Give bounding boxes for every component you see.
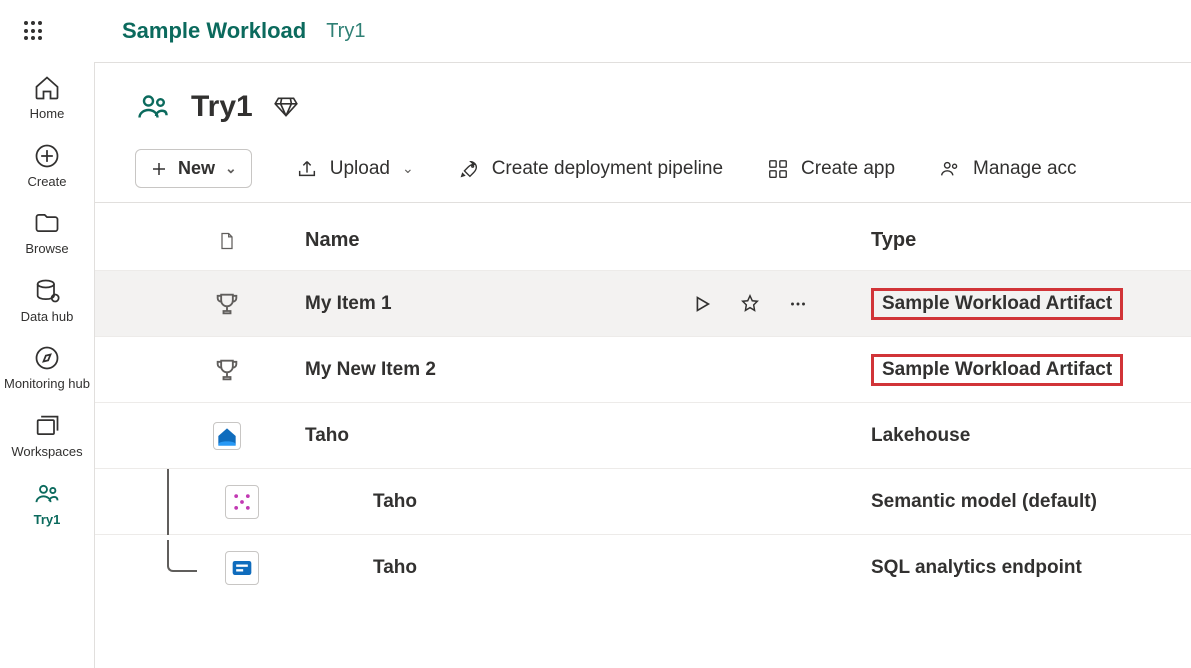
left-nav: Home Create Browse Data hub Monitoring h… — [0, 62, 94, 668]
create-app-label: Create app — [801, 158, 895, 180]
column-header-type[interactable]: Type — [871, 229, 1191, 252]
item-name[interactable]: Taho — [305, 491, 691, 513]
rocket-icon — [458, 158, 480, 180]
nav-current-label: Try1 — [34, 512, 61, 528]
item-type: Sample Workload Artifact — [871, 288, 1123, 320]
home-icon — [33, 74, 61, 102]
nav-datahub-label: Data hub — [21, 309, 74, 325]
nav-monitoring[interactable]: Monitoring hub — [4, 344, 90, 392]
folder-icon — [33, 209, 61, 237]
more-icon[interactable] — [787, 293, 809, 315]
manage-label: Manage acc — [973, 158, 1077, 180]
breadcrumb-root[interactable]: Sample Workload — [122, 18, 306, 44]
database-icon — [33, 277, 61, 305]
nav-create-label: Create — [27, 174, 66, 190]
people-icon — [33, 480, 61, 508]
table-header-row: Name Type — [95, 203, 1191, 270]
nav-workspaces[interactable]: Workspaces — [11, 412, 82, 460]
nav-browse-label: Browse — [25, 241, 68, 257]
compass-icon — [33, 344, 61, 372]
item-type: Lakehouse — [871, 425, 1191, 447]
app-launcher-icon[interactable] — [24, 21, 44, 41]
app-icon — [767, 158, 789, 180]
diamond-icon[interactable] — [273, 94, 299, 120]
nav-current-workspace[interactable]: Try1 — [33, 480, 61, 528]
plus-icon — [150, 160, 168, 178]
pipeline-label: Create deployment pipeline — [492, 158, 723, 180]
file-icon — [217, 231, 237, 251]
new-button[interactable]: New ⌄ — [135, 149, 252, 188]
plus-circle-icon — [33, 142, 61, 170]
lakehouse-icon — [213, 422, 241, 450]
chevron-down-icon: ⌄ — [402, 160, 414, 177]
item-name[interactable]: Taho — [305, 425, 691, 447]
play-icon[interactable] — [691, 293, 713, 315]
trophy-icon — [213, 290, 241, 318]
item-name[interactable]: Taho — [305, 557, 691, 579]
nav-workspaces-label: Workspaces — [11, 444, 82, 460]
item-name[interactable]: My Item 1 — [305, 293, 691, 315]
table-row[interactable]: Taho Semantic model (default) — [95, 468, 1191, 534]
workspace-title: Try1 — [191, 90, 253, 124]
top-header: Sample Workload Try1 — [0, 0, 1191, 62]
sql-endpoint-icon — [225, 551, 259, 585]
nav-home-label: Home — [30, 106, 65, 122]
star-icon[interactable] — [739, 293, 761, 315]
manage-access-button[interactable]: Manage acc — [939, 158, 1077, 180]
create-app-button[interactable]: Create app — [767, 158, 895, 180]
semantic-model-icon — [225, 485, 259, 519]
new-button-label: New — [178, 158, 215, 179]
chevron-down-icon: ⌄ — [225, 160, 237, 177]
upload-button[interactable]: Upload ⌄ — [296, 158, 414, 180]
items-table: Name Type My Item 1 Sample Workload Arti… — [95, 203, 1191, 600]
nav-monitoring-label: Monitoring hub — [4, 376, 90, 392]
item-type: Semantic model (default) — [871, 491, 1191, 513]
upload-icon — [296, 158, 318, 180]
table-row[interactable]: My Item 1 Sample Workload Artifact — [95, 270, 1191, 336]
people-outline-icon — [939, 158, 961, 180]
nav-home[interactable]: Home — [30, 74, 65, 122]
upload-label: Upload — [330, 158, 390, 180]
item-name[interactable]: My New Item 2 — [305, 359, 691, 381]
nav-datahub[interactable]: Data hub — [21, 277, 74, 325]
item-type: SQL analytics endpoint — [871, 557, 1191, 579]
workspaces-icon — [33, 412, 61, 440]
breadcrumb-current[interactable]: Try1 — [326, 20, 365, 43]
workspace-header: Try1 — [95, 63, 1191, 141]
table-row[interactable]: Taho SQL analytics endpoint — [95, 534, 1191, 600]
table-row[interactable]: My New Item 2 Sample Workload Artifact — [95, 336, 1191, 402]
people-icon — [135, 89, 171, 125]
table-row[interactable]: Taho Lakehouse — [95, 402, 1191, 468]
toolbar: New ⌄ Upload ⌄ Create deployment pipelin… — [95, 141, 1191, 203]
column-header-name[interactable]: Name — [305, 229, 691, 252]
nav-create[interactable]: Create — [27, 142, 66, 190]
trophy-icon — [213, 356, 241, 384]
create-pipeline-button[interactable]: Create deployment pipeline — [458, 158, 723, 180]
main-content: Try1 New ⌄ Upload ⌄ Create deployment pi… — [94, 62, 1191, 668]
item-type: Sample Workload Artifact — [871, 354, 1123, 386]
nav-browse[interactable]: Browse — [25, 209, 68, 257]
